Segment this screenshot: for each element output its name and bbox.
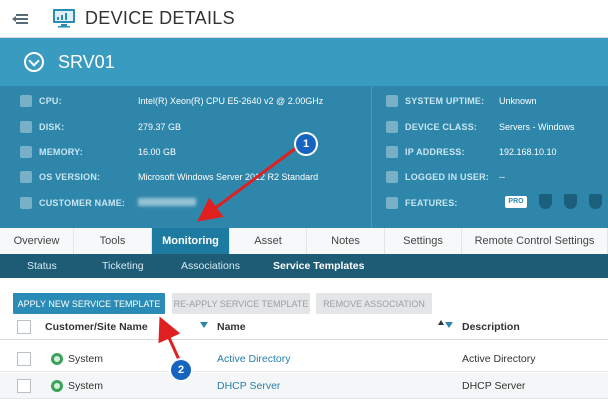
shield-lock-icon [564,194,577,209]
customer-icon [20,197,32,209]
page-title: DEVICE DETAILS [85,8,235,28]
subtab-associations[interactable]: Associations [181,260,240,272]
prop-os-version: OS VERSION: [20,164,100,190]
column-header-name[interactable]: Name [217,321,246,333]
cell-site: System [68,380,104,392]
subtab-status[interactable]: Status [27,260,57,272]
reapply-service-template-button[interactable]: RE-APPLY SERVICE TEMPLATE [172,293,310,314]
panel-divider [371,86,372,228]
tab-overview[interactable]: Overview [0,228,74,254]
prop-label: CUSTOMER NAME: [39,198,126,208]
prop-label: IP ADDRESS: [405,147,465,157]
prop-value: Unknown [499,96,537,106]
cell-name-link[interactable]: DHCP Server [217,380,280,392]
tab-notes[interactable]: Notes [307,228,385,254]
prop-memory: MEMORY: [20,139,83,165]
prop-label: MEMORY: [39,147,83,157]
prop-label: DEVICE CLASS: [405,122,478,132]
prop-device-class: DEVICE CLASS: [386,114,477,140]
filter-icon[interactable] [200,322,208,328]
prop-value: Intel(R) Xeon(R) CPU E5-2640 v2 @ 2.00GH… [138,96,324,106]
user-icon [386,171,398,183]
prop-cpu: CPU: [20,88,62,114]
cell-description: DHCP Server [462,380,526,392]
device-tabs: Overview Tools Monitoring Asset Notes Se… [0,228,608,254]
cpu-icon [20,95,32,107]
row-checkbox[interactable] [17,379,31,393]
ip-icon [386,146,398,158]
subtab-ticketing[interactable]: Ticketing [102,260,144,272]
monitoring-subnav: Status Ticketing Associations Service Te… [0,254,608,278]
tab-tools[interactable]: Tools [74,228,152,254]
pro-feature-badge: PRO [505,196,527,208]
os-icon [20,171,32,183]
tab-settings[interactable]: Settings [385,228,462,254]
menu-collapse-icon[interactable] [12,12,28,26]
site-globe-icon [51,353,63,365]
memory-icon [20,146,32,158]
filter-icon[interactable] [445,322,453,328]
tab-asset[interactable]: Asset [230,228,307,254]
prop-value: 16.00 GB [138,147,177,157]
table-header: Customer/Site Name Name Description [0,314,608,340]
shield-check-icon [589,194,602,209]
top-bar: DEVICE DETAILS [0,0,608,38]
prop-label: CPU: [39,96,62,106]
cell-description: Active Directory [462,353,536,365]
features-icon [386,197,398,209]
collapse-toggle-icon[interactable] [24,52,44,72]
prop-label: OS VERSION: [39,172,101,182]
prop-label: FEATURES: [405,198,458,208]
prop-features: FEATURES: [386,190,458,216]
prop-value: -- [499,172,505,182]
prop-disk: DISK: [20,114,65,140]
apply-new-service-template-button[interactable]: APPLY NEW SERVICE TEMPLATE [13,293,165,314]
tab-remote-control-settings[interactable]: Remote Control Settings [462,228,608,254]
shield-icon [539,194,552,209]
monitor-icon [53,9,75,28]
device-class-icon [386,121,398,133]
prop-label: DISK: [39,122,65,132]
callout-badge-2: 2 [171,360,191,380]
prop-value: Servers - Windows [499,122,575,132]
uptime-icon [386,95,398,107]
prop-system-uptime: SYSTEM UPTIME: [386,88,484,114]
device-name: SRV01 [58,52,115,72]
prop-label: LOGGED IN USER: [405,172,490,182]
row-checkbox[interactable] [17,352,31,366]
customer-name-redacted [138,198,196,208]
action-bar: APPLY NEW SERVICE TEMPLATE RE-APPLY SERV… [0,278,608,314]
cell-site: System [68,353,104,365]
callout-badge-1: 1 [296,134,316,154]
sort-ascending-icon[interactable] [438,320,444,325]
cell-name-link[interactable]: Active Directory [217,353,291,365]
disk-icon [20,121,32,133]
prop-ip-address: IP ADDRESS: [386,139,465,165]
remove-association-button[interactable]: REMOVE ASSOCIATION [316,293,432,314]
prop-value: Microsoft Windows Server 2012 R2 Standar… [138,172,319,182]
table-row[interactable]: System DHCP Server DHCP Server [0,373,608,399]
subtab-service-templates[interactable]: Service Templates [273,260,364,272]
device-header: SRV01 [0,38,608,86]
prop-value: 279.37 GB [138,122,182,132]
prop-customer-name: CUSTOMER NAME: [20,190,125,216]
site-globe-icon [51,380,63,392]
prop-label: SYSTEM UPTIME: [405,96,485,106]
prop-logged-in-user: LOGGED IN USER: [386,164,489,190]
prop-value: 192.168.10.10 [499,147,557,157]
column-header-description[interactable]: Description [462,321,520,333]
tab-monitoring[interactable]: Monitoring [152,228,230,254]
table-row[interactable]: System Active Directory Active Directory [0,346,608,372]
column-header-site[interactable]: Customer/Site Name [45,321,148,333]
select-all-checkbox[interactable] [17,320,31,334]
